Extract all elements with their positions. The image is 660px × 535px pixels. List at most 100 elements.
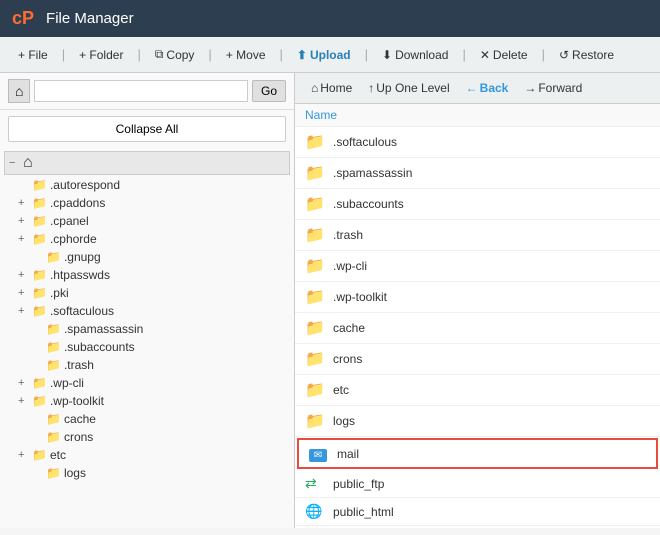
folder-icon-wp-cli: 📁 bbox=[32, 376, 47, 390]
delete-button[interactable]: ✕ Delete bbox=[472, 44, 536, 66]
tree-label-subaccounts: .subaccounts bbox=[64, 340, 135, 354]
tree-item-autorespond[interactable]: 📁.autorespond bbox=[0, 176, 294, 194]
forward-button[interactable]: → Forward bbox=[518, 78, 588, 98]
tree-item-gnupg[interactable]: 📁.gnupg bbox=[0, 248, 294, 266]
file-name-etc: etc bbox=[333, 383, 349, 397]
folder-icon-autorespond: 📁 bbox=[32, 178, 47, 192]
file-name-mail: mail bbox=[337, 447, 359, 461]
tree-item-etc[interactable]: +📁etc bbox=[0, 446, 294, 464]
copy-icon: ⧉ bbox=[155, 47, 164, 62]
tree-item-cphorde[interactable]: +📁.cphorde bbox=[0, 230, 294, 248]
folder-icon-spamassassin: 📁 bbox=[305, 163, 327, 183]
download-button[interactable]: ⬇ Download bbox=[374, 44, 456, 66]
app-header: cP File Manager bbox=[0, 0, 660, 37]
file-row-wp-toolkit[interactable]: 📁 .wp-toolkit bbox=[295, 282, 660, 313]
folder-icon-subaccounts: 📁 bbox=[305, 194, 327, 214]
file-row-spamassassin[interactable]: 📁.spamassassin bbox=[295, 158, 660, 189]
home-nav-button[interactable]: ⌂ Home bbox=[305, 78, 358, 98]
folder-button[interactable]: + Folder bbox=[71, 44, 131, 66]
up-one-level-button[interactable]: ↑ Up One Level bbox=[362, 78, 455, 98]
copy-button[interactable]: ⧉ Copy bbox=[147, 43, 203, 66]
file-button[interactable]: + File bbox=[10, 44, 56, 66]
file-row-crons[interactable]: 📁crons bbox=[295, 344, 660, 375]
tree-label-root: ⌂ bbox=[23, 154, 33, 172]
tree-toggle-cpanel: + bbox=[18, 215, 32, 227]
collapse-all-button[interactable]: Collapse All bbox=[8, 116, 286, 142]
file-row-cache[interactable]: 📁cache bbox=[295, 313, 660, 344]
tree-item-cache[interactable]: 📁cache bbox=[0, 410, 294, 428]
folder-icon-trash: 📁 bbox=[46, 358, 61, 372]
tree-item-root[interactable]: −⌂ bbox=[4, 151, 290, 175]
go-button[interactable]: Go bbox=[252, 80, 286, 102]
file-row-mail[interactable]: ✉ mail bbox=[297, 438, 658, 469]
tree-label-htpasswds: .htpasswds bbox=[50, 268, 110, 282]
tree-item-crons[interactable]: 📁crons bbox=[0, 428, 294, 446]
tree-item-cpanel[interactable]: +📁.cpanel bbox=[0, 212, 294, 230]
file-name-wp-toolkit: .wp-toolkit bbox=[333, 290, 387, 304]
tree-item-logs[interactable]: 📁logs bbox=[0, 464, 294, 482]
move-button[interactable]: + Move bbox=[218, 44, 274, 66]
sep4: | bbox=[280, 47, 283, 62]
folder-icon-gnupg: 📁 bbox=[46, 250, 61, 264]
ftp-icon-public_ftp: ⇄ bbox=[305, 475, 327, 492]
tree-item-cpaddons[interactable]: +📁.cpaddons bbox=[0, 194, 294, 212]
restore-icon: ↺ bbox=[559, 48, 569, 62]
folder-icon-crons: 📁 bbox=[305, 349, 327, 369]
folder-icon-cpaddons: 📁 bbox=[32, 196, 47, 210]
tree-item-wp-cli[interactable]: +📁.wp-cli bbox=[0, 374, 294, 392]
left-panel: ⌂ Go Collapse All −⌂📁.autorespond+📁.cpad… bbox=[0, 73, 295, 528]
folder-icon-logs: 📁 bbox=[46, 466, 61, 480]
file-name-logs: logs bbox=[333, 414, 355, 428]
folder-icon-cache: 📁 bbox=[46, 412, 61, 426]
tree-label-crons: crons bbox=[64, 430, 93, 444]
mail-icon-mail: ✉ bbox=[309, 445, 331, 462]
restore-button[interactable]: ↺ Restore bbox=[551, 44, 622, 66]
upload-icon: ⬆ bbox=[297, 48, 307, 62]
file-row-logs[interactable]: 📁logs bbox=[295, 406, 660, 437]
tree-item-trash[interactable]: 📁.trash bbox=[0, 356, 294, 374]
file-name-wp-cli: .wp-cli bbox=[333, 259, 367, 273]
tree-item-subaccounts[interactable]: 📁.subaccounts bbox=[0, 338, 294, 356]
file-row-etc[interactable]: 📁etc bbox=[295, 375, 660, 406]
tree-item-wp-toolkit[interactable]: +📁.wp-toolkit bbox=[0, 392, 294, 410]
file-row-wp-cli[interactable]: 📁 .wp-cli bbox=[295, 251, 660, 282]
file-tree: −⌂📁.autorespond+📁.cpaddons+📁.cpanel+📁.cp… bbox=[0, 148, 294, 528]
folder-icon-wp-cli: 📁 bbox=[305, 256, 327, 276]
upload-button[interactable]: ⬆ Upload bbox=[289, 44, 359, 66]
file-name-subaccounts: .subaccounts bbox=[333, 197, 404, 211]
tree-label-logs: logs bbox=[64, 466, 86, 480]
file-row-public_html[interactable]: 🌐public_html bbox=[295, 498, 660, 526]
right-panel: ⌂ Home ↑ Up One Level ← Back → Forward N… bbox=[295, 73, 660, 528]
file-row-trash[interactable]: 📁.trash bbox=[295, 220, 660, 251]
tree-toggle-wp-cli: + bbox=[18, 377, 32, 389]
folder-icon-cache: 📁 bbox=[305, 318, 327, 338]
file-name-softaculous: .softaculous bbox=[333, 135, 397, 149]
path-input[interactable] bbox=[34, 80, 248, 102]
file-row-subaccounts[interactable]: 📁 .subaccounts bbox=[295, 189, 660, 220]
file-row-softaculous[interactable]: 📁.softaculous bbox=[295, 127, 660, 158]
tree-label-autorespond: .autorespond bbox=[50, 178, 120, 192]
file-row-public_ftp[interactable]: ⇄public_ftp bbox=[295, 470, 660, 498]
tree-item-htpasswds[interactable]: +📁.htpasswds bbox=[0, 266, 294, 284]
home-icon-button[interactable]: ⌂ bbox=[8, 79, 30, 103]
folder-icon-wp-toolkit: 📁 bbox=[32, 394, 47, 408]
file-list-header: Name bbox=[295, 104, 660, 127]
tree-item-softaculous[interactable]: +📁.softaculous bbox=[0, 302, 294, 320]
sep1: | bbox=[62, 47, 65, 62]
back-button[interactable]: ← Back bbox=[460, 78, 515, 98]
cp-logo: cP bbox=[12, 8, 34, 29]
tree-item-pki[interactable]: +📁.pki bbox=[0, 284, 294, 302]
tree-toggle-htpasswds: + bbox=[18, 269, 32, 281]
folder-icon-subaccounts: 📁 bbox=[46, 340, 61, 354]
folder-icon-spamassassin: 📁 bbox=[46, 322, 61, 336]
tree-label-etc: etc bbox=[50, 448, 66, 462]
tree-toggle-softaculous: + bbox=[18, 305, 32, 317]
tree-label-pki: .pki bbox=[50, 286, 69, 300]
html-icon-public_html: 🌐 bbox=[305, 503, 327, 520]
tree-label-softaculous: .softaculous bbox=[50, 304, 114, 318]
tree-item-spamassassin[interactable]: 📁.spamassassin bbox=[0, 320, 294, 338]
tree-toggle-wp-toolkit: + bbox=[18, 395, 32, 407]
tree-toggle-root: − bbox=[9, 157, 23, 169]
folder-icon-wp-toolkit: 📁 bbox=[305, 287, 327, 307]
folder-icon-htpasswds: 📁 bbox=[32, 268, 47, 282]
